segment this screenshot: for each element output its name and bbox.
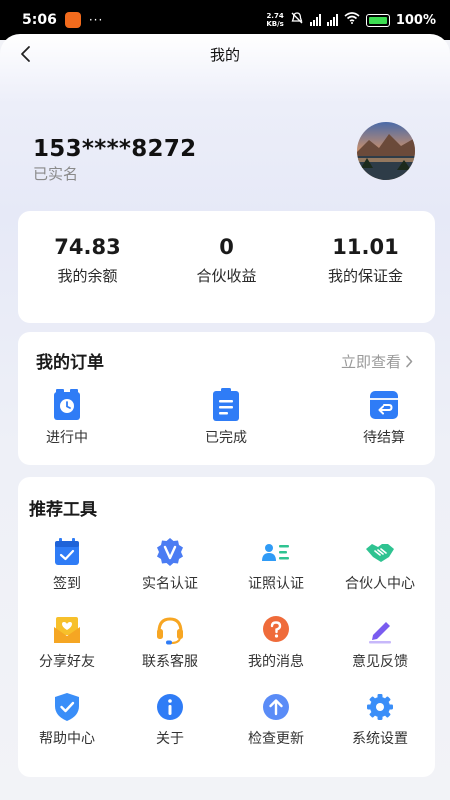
tool-feedback-label: 意见反馈 [352, 654, 408, 670]
balance-item[interactable]: 74.83 我的余额 [18, 235, 157, 286]
tool-partner-center[interactable]: 合伙人中心 [328, 537, 432, 593]
order-completed[interactable]: 已完成 [171, 388, 281, 447]
orders-card: 我的订单 立即查看 进行中 已完成 待结算 [18, 332, 435, 465]
tool-my-messages[interactable]: 我的消息 [224, 615, 328, 671]
avatar[interactable] [357, 122, 415, 180]
tool-system-settings-label: 系统设置 [352, 731, 408, 747]
balance-card: 74.83 我的余额 0 合伙收益 11.01 我的保证金 [18, 211, 435, 323]
tools-title: 推荐工具 [29, 500, 97, 520]
tool-license-auth-label: 证照认证 [248, 576, 304, 592]
status-time: 5:06 [22, 12, 57, 28]
order-completed-label: 已完成 [205, 430, 247, 446]
tool-real-name-auth-label: 实名认证 [142, 576, 198, 592]
orders-title: 我的订单 [36, 353, 104, 373]
battery-percent: 100% [395, 12, 436, 28]
tool-license-auth[interactable]: 证照认证 [224, 537, 328, 593]
chevron-right-icon [406, 355, 413, 368]
battery-icon [365, 13, 390, 27]
info-icon [157, 694, 183, 720]
id-card-icon [262, 544, 289, 561]
balance-label: 我的余额 [57, 267, 118, 285]
gear-icon [367, 694, 393, 720]
app-notification-icon [64, 12, 81, 28]
page-title: 我的 [209, 46, 240, 64]
tool-about-label: 关于 [156, 731, 184, 747]
arrow-up-circle-icon [263, 694, 289, 720]
view-all-label: 立即查看 [340, 353, 401, 371]
wifi-icon [344, 12, 360, 28]
verify-status: 已实名 [33, 165, 79, 183]
tool-share-friends[interactable]: 分享好友 [15, 615, 119, 671]
signal-icon-2 [326, 14, 338, 26]
share-envelope-icon [54, 617, 80, 643]
tool-real-name-auth[interactable]: 实名认证 [118, 537, 222, 593]
deposit-value: 11.01 [332, 235, 399, 259]
tool-help-center-label: 帮助中心 [39, 731, 95, 747]
tool-contact-support[interactable]: 联系客服 [118, 615, 222, 671]
order-in-progress-label: 进行中 [46, 430, 88, 446]
tool-about[interactable]: 关于 [118, 692, 222, 748]
mute-icon [290, 11, 304, 29]
tool-contact-support-label: 联系客服 [142, 654, 198, 670]
tool-partner-center-label: 合伙人中心 [345, 576, 415, 592]
network-speed: 2.74 KB/s [266, 12, 284, 28]
edit-pen-icon [369, 622, 391, 644]
calendar-check-icon [55, 538, 79, 565]
profile-page: 我的 153****8272 已实名 74.83 我的余额 0 合伙收益 11.… [0, 34, 450, 800]
shield-check-icon [55, 693, 79, 721]
tool-sign-in-label: 签到 [53, 576, 81, 592]
tool-feedback[interactable]: 意见反馈 [328, 615, 432, 671]
return-box-icon [370, 391, 398, 419]
order-pending-settlement[interactable]: 待结算 [329, 388, 439, 447]
deposit-label: 我的保证金 [327, 267, 403, 285]
partner-income-item[interactable]: 0 合伙收益 [157, 235, 296, 286]
balance-value: 74.83 [54, 235, 121, 259]
partner-income-label: 合伙收益 [196, 267, 257, 285]
order-pending-settlement-label: 待结算 [363, 430, 405, 446]
tool-system-settings[interactable]: 系统设置 [328, 692, 432, 748]
deposit-item[interactable]: 11.01 我的保证金 [296, 235, 435, 286]
tool-share-friends-label: 分享好友 [39, 654, 95, 670]
headset-icon [157, 617, 183, 645]
clock-clipboard-icon [54, 389, 80, 420]
signal-icon [309, 14, 321, 26]
tool-my-messages-label: 我的消息 [248, 654, 304, 670]
user-phone: 153****8272 [33, 136, 197, 162]
tool-sign-in[interactable]: 签到 [15, 537, 119, 593]
tool-check-update[interactable]: 检查更新 [224, 692, 328, 748]
partner-income-value: 0 [219, 235, 234, 259]
more-notifications-indicator: ··· [88, 13, 104, 27]
tools-card: 推荐工具 签到 实名认证 证照认证 合伙人中心 分享好友 联系客服 我的消息 意… [18, 477, 435, 777]
nav-bar: 我的 [0, 34, 450, 74]
tool-check-update-label: 检查更新 [248, 731, 304, 747]
question-bubble-icon [263, 616, 289, 642]
view-all-orders-link[interactable]: 立即查看 [341, 351, 413, 372]
order-in-progress[interactable]: 进行中 [12, 388, 122, 447]
tool-help-center[interactable]: 帮助中心 [15, 692, 119, 748]
verified-badge-icon [157, 538, 183, 566]
document-lines-icon [213, 388, 239, 421]
handshake-icon [366, 544, 394, 562]
